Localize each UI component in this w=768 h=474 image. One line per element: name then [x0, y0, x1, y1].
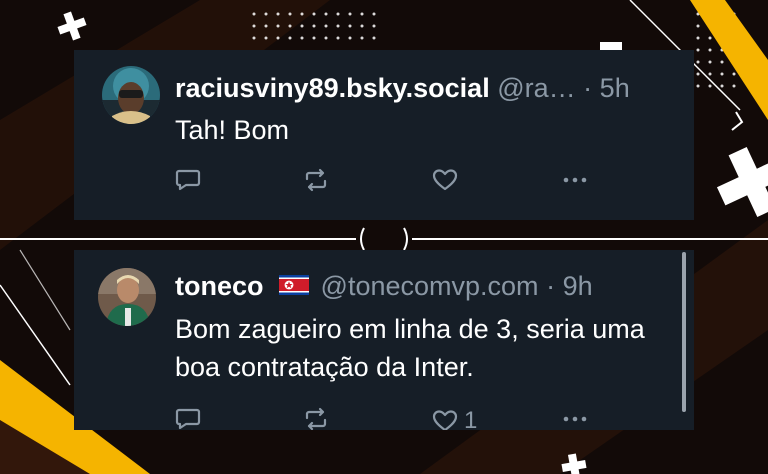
post-text: Bom zagueiro em linha de 3, seria uma bo…: [175, 314, 645, 382]
timestamp[interactable]: 5h: [600, 73, 630, 103]
timestamp[interactable]: 9h: [563, 271, 593, 301]
post-card[interactable]: raciusviny89.bsky.social @ra… · 5h Tah! …: [74, 50, 694, 220]
divider-parentheses: [360, 227, 408, 251]
reply-button[interactable]: [175, 168, 201, 192]
like-button[interactable]: 1: [432, 407, 477, 430]
north-korea-flag-icon: [279, 274, 310, 295]
post-header: toneco @tonecomvp.com · 9h: [175, 270, 593, 302]
separator: ·: [583, 73, 593, 103]
repost-button[interactable]: [303, 407, 329, 430]
like-count: 1: [464, 407, 478, 430]
handle[interactable]: @ra…: [497, 73, 575, 103]
display-name[interactable]: toneco: [175, 271, 264, 301]
more-options-button[interactable]: [562, 407, 588, 430]
heart-icon: [432, 169, 458, 191]
reply-button[interactable]: [175, 407, 201, 430]
display-name[interactable]: raciusviny89.bsky.social: [175, 73, 490, 103]
repost-icon: [305, 407, 327, 430]
dot-pattern-top: [252, 6, 380, 46]
more-options-button[interactable]: [562, 168, 588, 192]
handle[interactable]: @tonecomvp.com: [321, 271, 539, 301]
like-button[interactable]: [432, 168, 458, 192]
avatar[interactable]: [102, 66, 160, 124]
heart-icon: [432, 410, 458, 430]
post-header: raciusviny89.bsky.social @ra… · 5h: [175, 72, 630, 104]
scrollbar[interactable]: [682, 252, 686, 412]
post-text: Tah! Bom: [175, 115, 290, 145]
repost-icon: [305, 168, 327, 192]
more-icon: [563, 416, 587, 422]
post-card[interactable]: toneco @tonecomvp.com · 9h Bom zagueiro …: [74, 250, 694, 430]
reply-icon: [175, 169, 201, 191]
separator: ·: [546, 271, 556, 301]
more-icon: [563, 177, 587, 183]
repost-button[interactable]: [303, 168, 329, 192]
avatar[interactable]: [98, 268, 156, 326]
reply-icon: [175, 408, 201, 430]
